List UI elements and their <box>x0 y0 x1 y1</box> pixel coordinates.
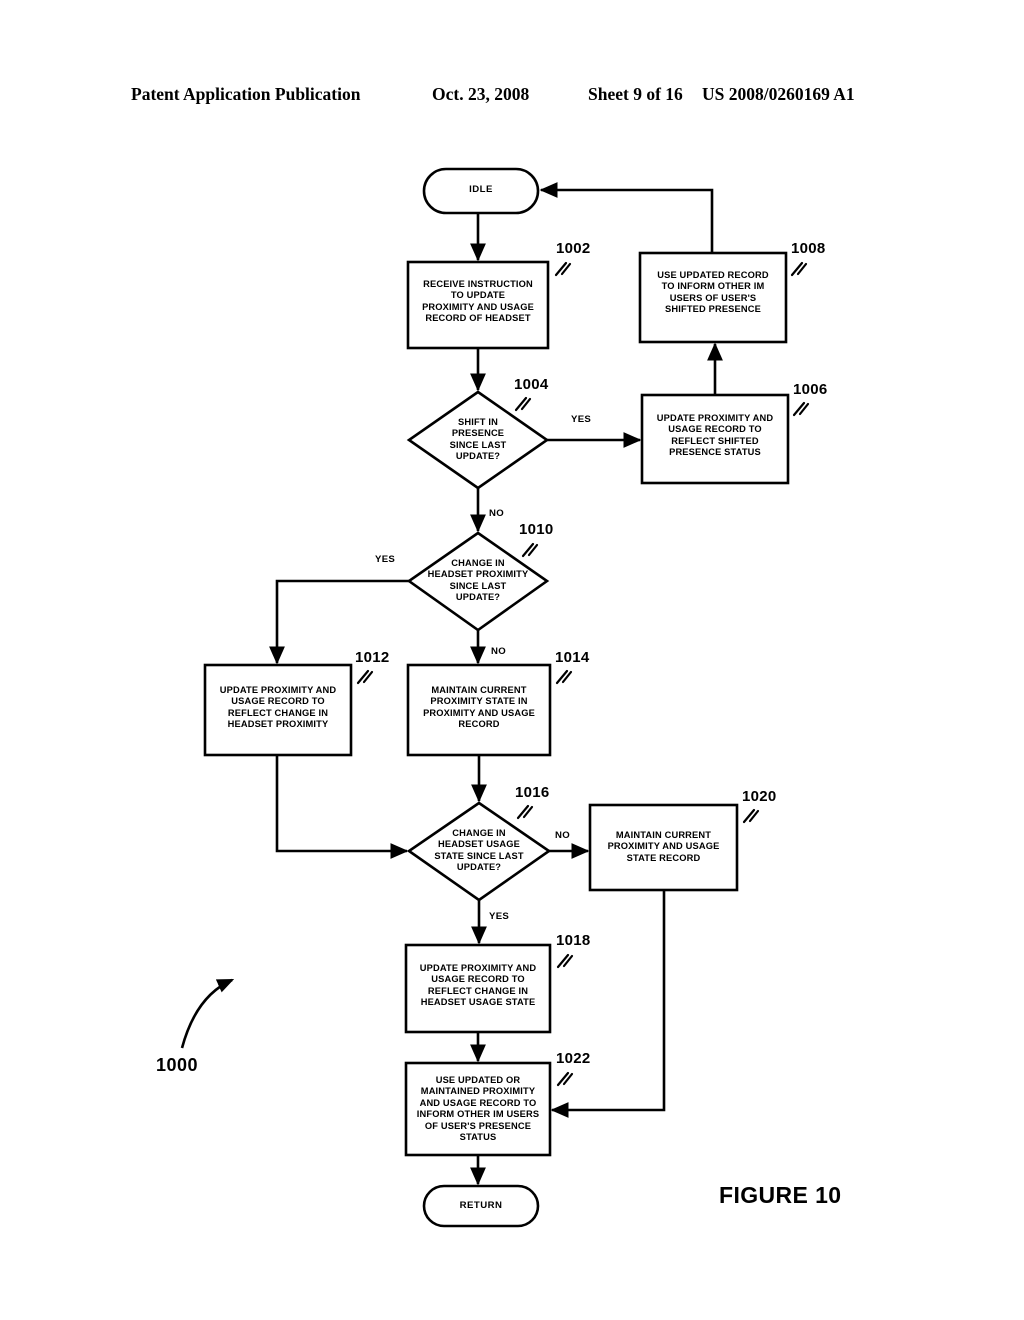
edge-label-no-1016: NO <box>555 830 570 841</box>
ref-number-1012: 1012 <box>355 649 390 666</box>
shape-1018 <box>404 943 552 1034</box>
ref-number-1016: 1016 <box>515 784 550 801</box>
edge-1012-to-1016 <box>275 755 409 860</box>
shape-1022 <box>404 1061 552 1157</box>
shape-1006 <box>640 393 790 485</box>
ref-number-1008: 1008 <box>791 240 826 257</box>
ref-number-1022: 1022 <box>556 1050 591 1067</box>
leader-1022 <box>556 1071 574 1087</box>
leader-1008 <box>790 261 808 277</box>
ref-number-1002: 1002 <box>556 240 591 257</box>
ref-number-1014: 1014 <box>555 649 590 666</box>
leader-1016 <box>516 804 534 820</box>
leader-1020 <box>742 808 760 824</box>
shape-1008 <box>638 251 788 344</box>
shape-1016 <box>406 801 552 902</box>
shape-1012 <box>203 663 353 757</box>
flow-number-pointer <box>180 978 235 1049</box>
flowchart-svg <box>180 167 810 1228</box>
edge-label-no-1004: NO <box>489 508 504 519</box>
ref-number-1010: 1010 <box>519 521 554 538</box>
ref-number-1018: 1018 <box>556 932 591 949</box>
shape-1014 <box>406 663 552 757</box>
shape-1004 <box>406 390 550 490</box>
edge-label-yes-1016: YES <box>489 911 510 922</box>
shape-idle <box>422 167 540 215</box>
leader-1012 <box>356 669 374 685</box>
leader-1002 <box>554 261 572 277</box>
shape-1020 <box>588 803 739 892</box>
ref-number-1004: 1004 <box>514 376 549 393</box>
ref-number-1020: 1020 <box>742 788 777 805</box>
shape-1010 <box>406 531 550 632</box>
edge-label-no-1010: NO <box>491 646 506 657</box>
figure-caption: FIGURE 10 <box>719 1182 842 1208</box>
edge-label-yes-1004: YES <box>571 414 592 425</box>
leader-1006 <box>792 401 810 417</box>
flowchart-figure: IDLE RECEIVE INSTRUCTION TO UPDATE PROXIMI… <box>0 0 1024 1320</box>
shape-1002 <box>406 260 550 350</box>
leader-1018 <box>556 953 574 969</box>
leader-1014 <box>555 669 573 685</box>
edge-label-yes-1010: YES <box>375 554 396 565</box>
flow-number-label: 1000 <box>156 1055 199 1075</box>
shape-return <box>422 1184 540 1228</box>
leader-1010 <box>521 542 539 558</box>
ref-number-1006: 1006 <box>793 381 828 398</box>
leader-1004 <box>514 396 532 412</box>
